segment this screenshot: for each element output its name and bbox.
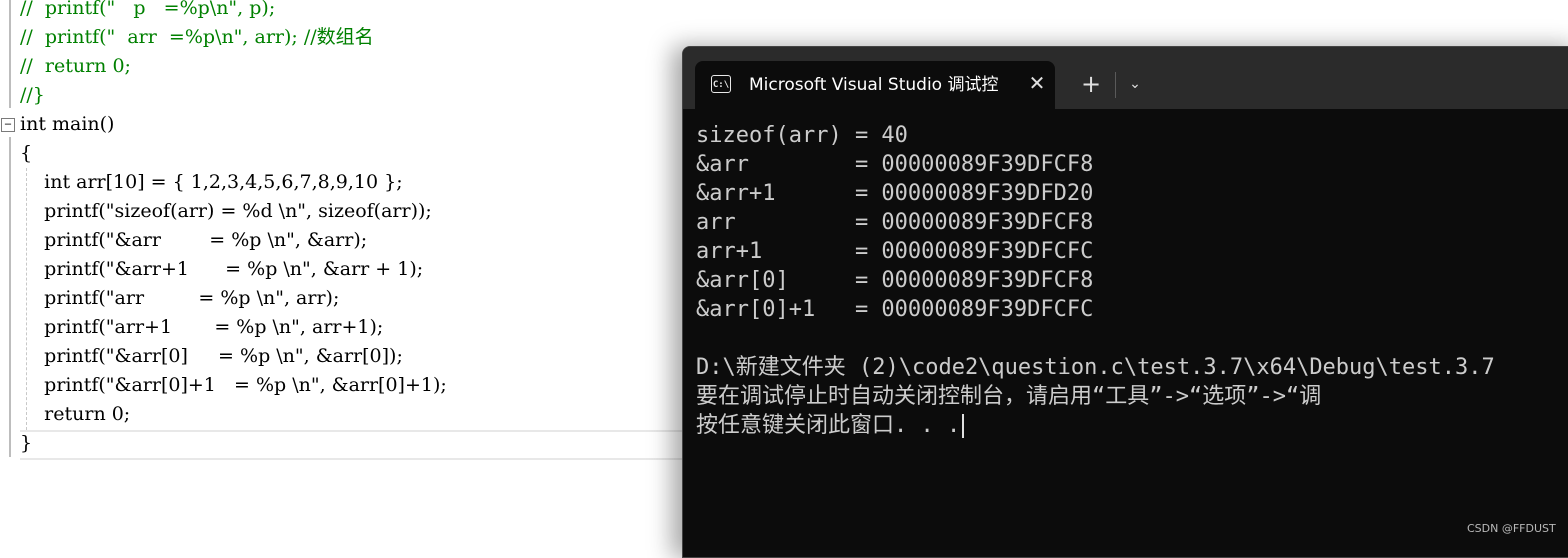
code-line[interactable]: int arr[10] = { 1,2,3,4,5,6,7,8,9,10 };	[20, 168, 402, 197]
debug-console-window[interactable]: C:\ Microsoft Visual Studio 调试控制台 ✕ + ⌄ …	[682, 46, 1568, 558]
output-line: &arr = 00000089F39DFCF8	[696, 152, 1094, 177]
new-tab-button[interactable]: +	[1079, 71, 1103, 97]
output-line: sizeof(arr) = 40	[696, 123, 908, 148]
title-bar[interactable]: C:\ Microsoft Visual Studio 调试控制台 ✕ + ⌄	[683, 47, 1568, 109]
close-tab-button[interactable]: ✕	[1025, 71, 1049, 95]
output-line: arr+1 = 00000089F39DFCFC	[696, 239, 1094, 264]
code-line[interactable]: {	[20, 139, 32, 168]
fold-toggle-icon[interactable]: −	[1, 118, 15, 132]
code-line[interactable]: printf("&arr+1 = %p \n", &arr + 1);	[20, 255, 423, 284]
code-line[interactable]: printf("&arr[0] = %p \n", &arr[0]);	[20, 342, 403, 371]
terminal-icon: C:\	[711, 75, 731, 93]
code-line-main[interactable]: int main()	[20, 110, 114, 139]
output-line-blank	[696, 324, 1568, 353]
code-line[interactable]: // printf(" p =%p\n", p);	[20, 0, 275, 23]
output-line: &arr+1 = 00000089F39DFD20	[696, 181, 1094, 206]
chevron-down-icon[interactable]: ⌄	[1123, 71, 1147, 97]
watermark: CSDN @FFDUST	[1467, 522, 1556, 535]
console-tab[interactable]: C:\ Microsoft Visual Studio 调试控制台 ✕	[695, 61, 1055, 109]
code-line[interactable]: printf("arr+1 = %p \n", arr+1);	[20, 313, 383, 342]
output-line: &arr[0] = 00000089F39DFCF8	[696, 268, 1094, 293]
output-line: &arr[0]+1 = 00000089F39DFCFC	[696, 297, 1094, 322]
press-any-key-line: 按任意键关闭此窗口. . .	[696, 411, 1568, 440]
code-line[interactable]: printf("&arr[0]+1 = %p \n", &arr[0]+1);	[20, 371, 447, 400]
press-any-key-text: 按任意键关闭此窗口. . .	[696, 413, 961, 438]
code-line[interactable]: return 0;	[20, 400, 130, 429]
console-output[interactable]: sizeof(arr) = 40 &arr = 00000089F39DFCF8…	[696, 121, 1568, 440]
close-hint-line: 要在调试停止时自动关闭控制台，请启用“工具”->“选项”->“调	[696, 384, 1322, 409]
text-caret	[962, 414, 965, 438]
current-line-highlight	[20, 430, 710, 460]
outline-margin-bar	[9, 0, 11, 108]
code-line[interactable]: printf("sizeof(arr) = %d \n", sizeof(arr…	[20, 197, 432, 226]
tab-title: Microsoft Visual Studio 调试控制台	[749, 75, 999, 95]
exit-path-line: D:\新建文件夹 (2)\code2\question.c\test.3.7\x…	[696, 355, 1495, 380]
code-line[interactable]: }	[20, 429, 32, 458]
code-line[interactable]: //}	[20, 81, 45, 110]
outline-margin-bar-main	[9, 137, 11, 457]
code-line[interactable]: printf("&arr = %p \n", &arr);	[20, 226, 367, 255]
code-line[interactable]: printf("arr = %p \n", arr);	[20, 284, 339, 313]
code-line[interactable]: // return 0;	[20, 52, 131, 81]
code-line[interactable]: // printf(" arr =%p\n", arr); //数组名	[20, 23, 374, 52]
code-editor[interactable]: − // printf(" p =%p\n", p); // printf(" …	[0, 0, 710, 544]
tab-divider	[1115, 72, 1116, 98]
output-line: arr = 00000089F39DFCF8	[696, 210, 1094, 235]
